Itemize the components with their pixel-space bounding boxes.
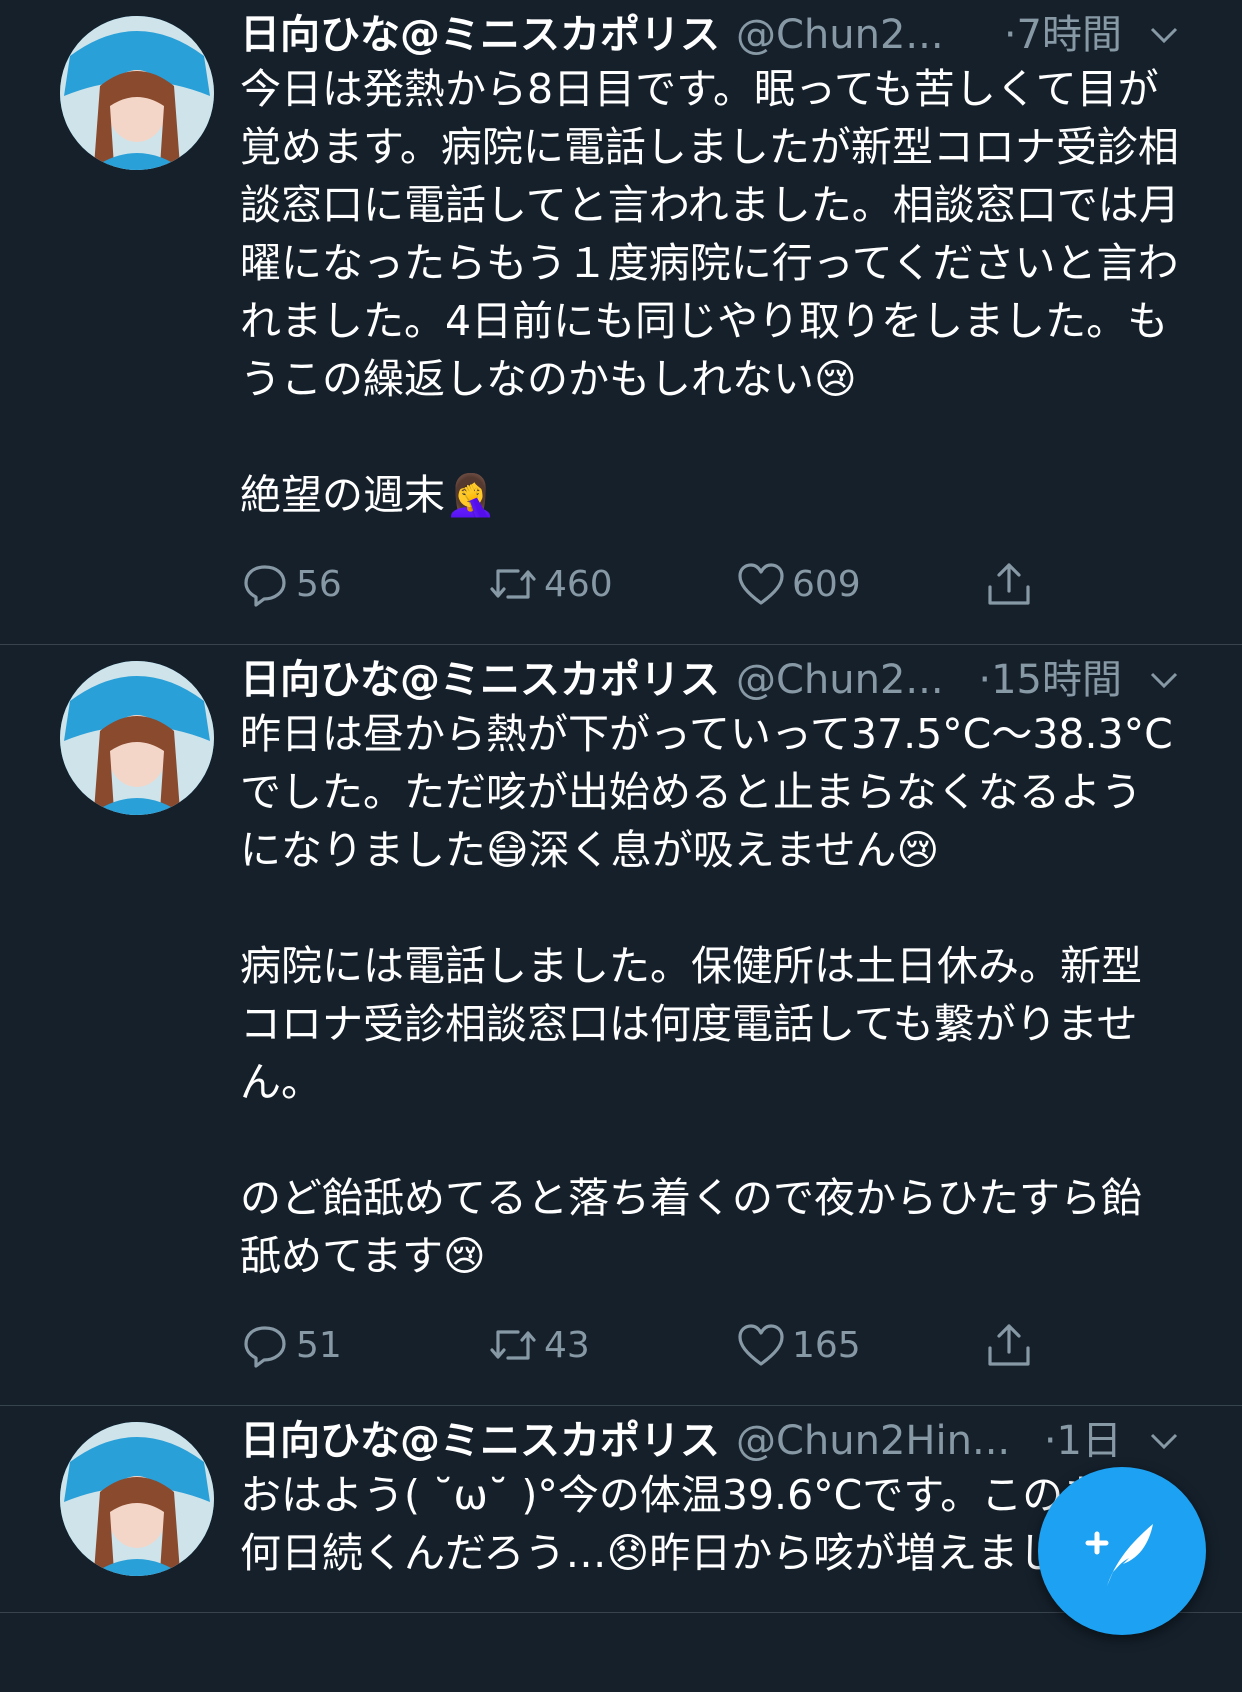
user-handle[interactable]: @Chun2... (736, 657, 964, 703)
display-name[interactable]: 日向ひな@ミニスカポリス (240, 12, 720, 58)
share-icon (988, 563, 1030, 605)
compose-tweet-button[interactable] (1038, 1467, 1206, 1635)
display-name[interactable]: 日向ひな@ミニスカポリス (240, 657, 720, 703)
timeline: 日向ひな@ミニスカポリス @Chun2... ·7時間 今日は発熱から8日目です… (0, 0, 1242, 1613)
reply-icon (244, 1326, 286, 1368)
avatar[interactable] (60, 661, 214, 815)
chevron-down-icon[interactable] (1144, 15, 1184, 55)
retweet-icon (490, 569, 536, 599)
like-count: 609 (792, 563, 861, 605)
reply-button[interactable]: 56 (240, 559, 488, 609)
share-button[interactable] (984, 1320, 1044, 1370)
tweet[interactable]: 日向ひな@ミニスカポリス @Chun2... ·7時間 今日は発熱から8日目です… (0, 0, 1242, 645)
compose-tweet-icon (1085, 1524, 1153, 1586)
tweet-timestamp[interactable]: ·1日 (1044, 1418, 1122, 1464)
heart-icon (738, 563, 784, 605)
heart-icon (738, 1324, 784, 1366)
reply-count: 51 (296, 1324, 342, 1366)
tweet-actions: 51 43 165 (240, 1315, 1180, 1375)
user-handle[interactable]: @Chun2... (736, 12, 990, 58)
retweet-icon (490, 1330, 536, 1360)
retweet-count: 460 (544, 563, 613, 605)
share-button[interactable] (984, 559, 1044, 609)
tweet-actions: 56 460 609 (240, 554, 1180, 614)
display-name[interactable]: 日向ひな@ミニスカポリス (240, 1418, 720, 1464)
user-handle[interactable]: @Chun2Hin... (736, 1418, 1030, 1464)
share-icon (988, 1324, 1030, 1366)
retweet-button[interactable]: 43 (488, 1320, 736, 1370)
chevron-down-icon[interactable] (1144, 660, 1184, 700)
retweet-button[interactable]: 460 (488, 559, 736, 609)
tweet[interactable]: 日向ひな@ミニスカポリス @Chun2... ·15時間 昨日は昼から熱が下がっ… (0, 645, 1242, 1406)
like-button[interactable]: 609 (736, 559, 984, 609)
retweet-count: 43 (544, 1324, 590, 1366)
like-count: 165 (792, 1324, 861, 1366)
tweet-text: 今日は発熱から8日目です。眠っても苦しくて目が覚めます。病院に電話しましたが新型… (240, 65, 1180, 519)
avatar[interactable] (60, 16, 214, 170)
tweet-timestamp[interactable]: ·7時間 (1004, 12, 1122, 58)
reply-count: 56 (296, 563, 342, 605)
tweet-timestamp[interactable]: ·15時間 (978, 657, 1122, 703)
like-button[interactable]: 165 (736, 1320, 984, 1370)
chevron-down-icon[interactable] (1144, 1421, 1184, 1461)
reply-button[interactable]: 51 (240, 1320, 488, 1370)
avatar[interactable] (60, 1422, 214, 1576)
tweet-text: 昨日は昼から熱が下がっていって37.5°C〜38.3°Cでした。ただ咳が出始める… (240, 710, 1173, 1280)
reply-icon (244, 565, 286, 607)
